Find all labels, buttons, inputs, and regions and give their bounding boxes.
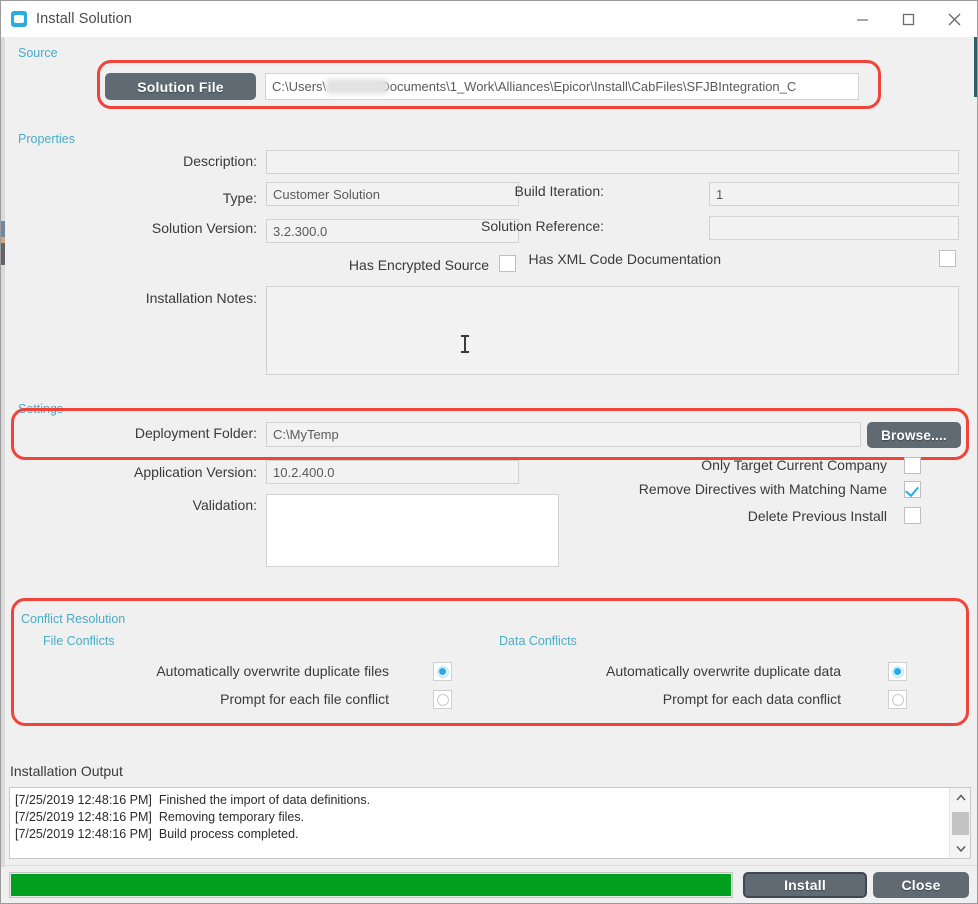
build-iteration-label: Build Iteration: (451, 183, 604, 199)
description-label: Description: (81, 153, 257, 169)
application-version-label: Application Version: (61, 464, 257, 480)
chevron-down-icon[interactable] (950, 839, 971, 858)
minimize-icon[interactable] (839, 1, 885, 37)
installation-notes-textarea[interactable] (266, 286, 959, 375)
deployment-folder-label: Deployment Folder: (61, 425, 257, 441)
app-window-icon (11, 11, 27, 27)
type-label: Type: (81, 190, 257, 206)
validation-label: Validation: (61, 497, 257, 513)
delete-previous-install-label: Delete Previous Install (651, 508, 887, 524)
build-iteration-input[interactable] (709, 182, 959, 206)
solution-file-button[interactable]: Solution File (105, 73, 256, 100)
installation-output-log[interactable]: [7/25/2019 12:48:16 PM] Finished the imp… (9, 787, 971, 859)
title-bar: Install Solution (1, 1, 977, 37)
has-xml-code-documentation-label: Has XML Code Documentation (471, 251, 721, 267)
remove-directives-checkbox[interactable] (904, 481, 921, 498)
maximize-icon[interactable] (885, 1, 931, 37)
deployment-folder-input[interactable] (266, 422, 861, 447)
footer-divider (1, 865, 977, 866)
background-window-sliver (1, 37, 5, 867)
log-line: [7/25/2019 12:48:16 PM] Build process co… (15, 826, 944, 843)
log-lines: [7/25/2019 12:48:16 PM] Finished the imp… (10, 788, 948, 858)
solution-reference-input[interactable] (709, 216, 959, 240)
browse-button[interactable]: Browse.... (867, 422, 961, 448)
file-conflicts-group-label: File Conflicts (43, 634, 115, 648)
install-progress-bar (9, 872, 733, 898)
data-conflict-option-0-label: Automatically overwrite duplicate data (551, 663, 841, 679)
close-icon[interactable] (931, 1, 977, 37)
application-version-input[interactable] (266, 460, 519, 484)
text-cursor (464, 337, 466, 351)
conflict-resolution-section-label: Conflict Resolution (21, 612, 125, 626)
data-conflict-option-0-radio[interactable] (888, 662, 907, 681)
has-encrypted-source-label: Has Encrypted Source (301, 257, 489, 273)
remove-directives-label: Remove Directives with Matching Name (551, 481, 887, 497)
log-scrollbar-thumb[interactable] (952, 812, 969, 835)
solution-version-label: Solution Version: (81, 220, 257, 236)
install-solution-window: Install Solution Source Solution File Pr… (0, 0, 978, 904)
source-section-label: Source (18, 46, 58, 60)
installation-output-label: Installation Output (10, 763, 123, 779)
solution-reference-label: Solution Reference: (421, 218, 604, 234)
window-controls (839, 1, 977, 37)
log-line: [7/25/2019 12:48:16 PM] Removing tempora… (15, 809, 944, 826)
chevron-up-icon[interactable] (950, 788, 971, 807)
file-conflict-option-1-radio[interactable] (433, 690, 452, 709)
only-target-current-company-checkbox[interactable] (904, 457, 921, 474)
window-title: Install Solution (36, 11, 132, 27)
properties-section-label: Properties (18, 132, 75, 146)
background-window-edge (974, 37, 977, 97)
redacted-username (326, 79, 388, 94)
file-conflict-option-1-label: Prompt for each file conflict (101, 691, 389, 707)
installation-notes-label: Installation Notes: (81, 290, 257, 306)
data-conflict-option-1-radio[interactable] (888, 690, 907, 709)
data-conflict-option-1-label: Prompt for each data conflict (551, 691, 841, 707)
file-conflict-option-0-radio[interactable] (433, 662, 452, 681)
install-button[interactable]: Install (743, 872, 867, 898)
delete-previous-install-checkbox[interactable] (904, 507, 921, 524)
log-scrollbar[interactable] (949, 788, 970, 858)
log-line: [7/25/2019 12:48:16 PM] Finished the imp… (15, 792, 944, 809)
validation-textarea[interactable] (266, 494, 559, 567)
install-progress-fill (11, 874, 731, 896)
description-input[interactable] (266, 150, 959, 174)
data-conflicts-group-label: Data Conflicts (499, 634, 577, 648)
file-conflict-option-0-label: Automatically overwrite duplicate files (101, 663, 389, 679)
close-button[interactable]: Close (873, 872, 969, 898)
only-target-current-company-label: Only Target Current Company (688, 457, 887, 473)
has-xml-code-documentation-checkbox[interactable] (939, 250, 956, 267)
settings-section-label: Settings (18, 402, 63, 416)
